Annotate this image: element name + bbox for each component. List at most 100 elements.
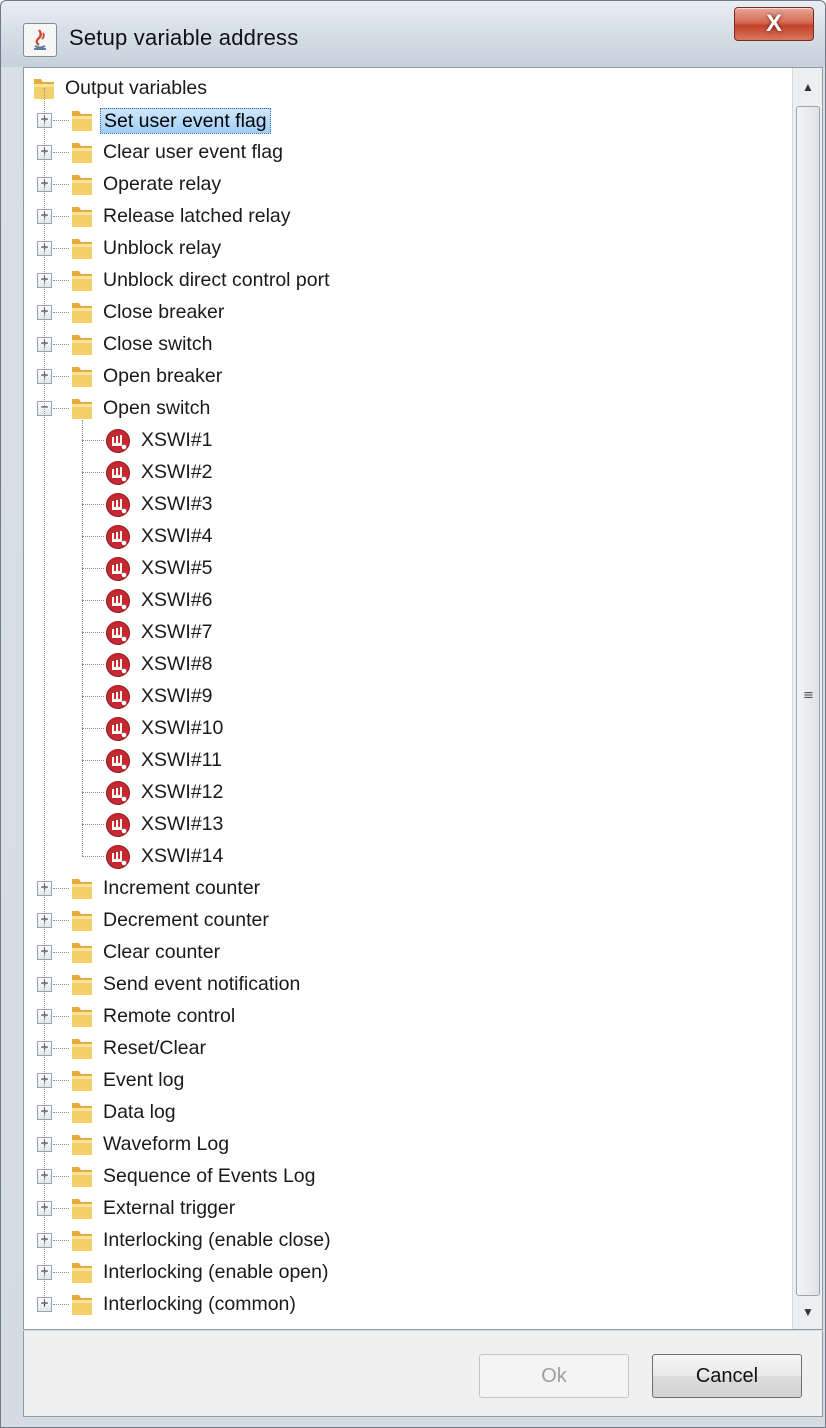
tree-group-item[interactable]: + Set user event flag: [24, 104, 790, 136]
tree-connector: [53, 184, 69, 185]
tree-group-item[interactable]: + Operate relay: [24, 168, 790, 200]
tree-item-label: Clear counter: [103, 941, 221, 963]
tree-connector: [82, 696, 104, 697]
tree-connector: [53, 408, 69, 409]
tree-item-label: XSWI#3: [141, 493, 213, 515]
java-app-icon: [23, 23, 57, 57]
tree-item-label: Clear user event flag: [103, 141, 283, 163]
tree-connector: [82, 568, 104, 569]
scroll-up-arrow-icon[interactable]: ▲: [793, 72, 822, 102]
dialog-footer: Ok Cancel: [23, 1331, 823, 1417]
tree-group-item[interactable]: + Open breaker: [24, 360, 790, 392]
folder-icon: [70, 171, 94, 197]
tree-group-item[interactable]: + Unblock relay: [24, 232, 790, 264]
tree-group-item[interactable]: + Clear user event flag: [24, 136, 790, 168]
tree-group-item[interactable]: + Event log: [24, 1064, 790, 1096]
tree-root-output-variables[interactable]: Output variables: [24, 72, 790, 104]
tree-group-item[interactable]: + Sequence of Events Log: [24, 1160, 790, 1192]
tree-group-item[interactable]: + Interlocking (enable close): [24, 1224, 790, 1256]
scroll-thumb[interactable]: ≡: [796, 106, 820, 1296]
scroll-grip-icon: ≡: [803, 688, 814, 703]
tree-group-item[interactable]: + Remote control: [24, 1000, 790, 1032]
tree-connector: [82, 824, 104, 825]
ok-button[interactable]: Ok: [479, 1354, 629, 1398]
tree-leaf-item[interactable]: XSWI#6: [24, 584, 790, 616]
tree-group-item[interactable]: + Waveform Log: [24, 1128, 790, 1160]
tree-connector: [82, 792, 104, 793]
tree-item-label: Data log: [103, 1101, 176, 1123]
logical-node-icon: [104, 524, 132, 550]
folder-icon: [70, 1195, 94, 1221]
variable-tree[interactable]: Output variables + Set user event flag + Cle…: [23, 67, 823, 1330]
folder-icon: [70, 107, 94, 133]
logical-node-icon: [104, 428, 132, 454]
tree-group-item[interactable]: + Close switch: [24, 328, 790, 360]
tree-connector: [53, 216, 69, 217]
tree-leaf-item[interactable]: XSWI#1: [24, 424, 790, 456]
tree-connector: [82, 664, 104, 665]
title-bar[interactable]: Setup variable address X: [1, 1, 825, 67]
tree-connector: [53, 248, 69, 249]
tree-group-item[interactable]: + Send event notification: [24, 968, 790, 1000]
tree-group-open-switch[interactable]: − Open switch: [24, 392, 790, 424]
tree-group-item[interactable]: + Reset/Clear: [24, 1032, 790, 1064]
tree-connector: [53, 984, 69, 985]
tree-leaf-item[interactable]: XSWI#5: [24, 552, 790, 584]
tree-group-item[interactable]: + Decrement counter: [24, 904, 790, 936]
tree-group-item[interactable]: + Unblock direct control port: [24, 264, 790, 296]
tree-item-label: XSWI#11: [141, 749, 222, 771]
tree-item-label: Sequence of Events Log: [103, 1165, 316, 1187]
tree-connector-vertical: [82, 420, 83, 856]
logical-node-icon: [104, 844, 132, 870]
tree-item-label: XSWI#1: [141, 429, 213, 451]
tree-group-item[interactable]: + Release latched relay: [24, 200, 790, 232]
tree-item-label: Reset/Clear: [103, 1037, 206, 1059]
tree-group-item[interactable]: + Close breaker: [24, 296, 790, 328]
tree-leaf-item[interactable]: XSWI#11: [24, 744, 790, 776]
tree-item-label: Remote control: [103, 1005, 236, 1027]
tree-connector: [53, 376, 69, 377]
tree-item-label: XSWI#14: [141, 845, 224, 867]
vertical-scrollbar[interactable]: ▲ ≡ ▼: [792, 68, 822, 1329]
close-button[interactable]: X: [734, 7, 814, 41]
folder-icon: [70, 235, 94, 261]
tree-group-item[interactable]: + External trigger: [24, 1192, 790, 1224]
tree-connector: [82, 856, 104, 857]
tree-group-item[interactable]: + Interlocking (enable open): [24, 1256, 790, 1288]
folder-icon: [70, 363, 94, 389]
tree-leaf-item[interactable]: XSWI#12: [24, 776, 790, 808]
tree-connector: [82, 600, 104, 601]
tree-group-item[interactable]: + Interlocking (common): [24, 1288, 790, 1320]
folder-icon: [70, 1099, 94, 1125]
logical-node-icon: [104, 556, 132, 582]
tree-connector: [53, 1208, 69, 1209]
tree-leaf-item[interactable]: XSWI#10: [24, 712, 790, 744]
tree-item-label: Send event notification: [103, 973, 301, 995]
tree-leaf-item[interactable]: XSWI#2: [24, 456, 790, 488]
tree-group-item[interactable]: + Increment counter: [24, 872, 790, 904]
tree-item-label: Interlocking (enable open): [103, 1261, 329, 1283]
tree-leaf-item[interactable]: XSWI#3: [24, 488, 790, 520]
tree-item-label: Waveform Log: [103, 1133, 230, 1155]
tree-group-item[interactable]: + Clear counter: [24, 936, 790, 968]
tree-connector: [82, 440, 104, 441]
folder-icon: [70, 1227, 94, 1253]
tree-leaf-item[interactable]: XSWI#8: [24, 648, 790, 680]
tree-leaf-item[interactable]: XSWI#13: [24, 808, 790, 840]
tree-item-label: Operate relay: [103, 173, 222, 195]
logical-node-icon: [104, 684, 132, 710]
folder-icon: [70, 267, 94, 293]
tree-connector: [53, 1176, 69, 1177]
tree-connector: [82, 632, 104, 633]
tree-item-label: Set user event flag: [100, 108, 271, 134]
tree-leaf-item[interactable]: XSWI#9: [24, 680, 790, 712]
tree-connector: [53, 1080, 69, 1081]
tree-leaf-item[interactable]: XSWI#7: [24, 616, 790, 648]
tree-leaf-item[interactable]: XSWI#14: [24, 840, 790, 872]
tree-leaf-item[interactable]: XSWI#4: [24, 520, 790, 552]
scroll-down-arrow-icon[interactable]: ▼: [793, 1297, 822, 1327]
tree-group-item[interactable]: + Data log: [24, 1096, 790, 1128]
logical-node-icon: [104, 716, 132, 742]
cancel-button[interactable]: Cancel: [652, 1354, 802, 1398]
logical-node-icon: [104, 812, 132, 838]
